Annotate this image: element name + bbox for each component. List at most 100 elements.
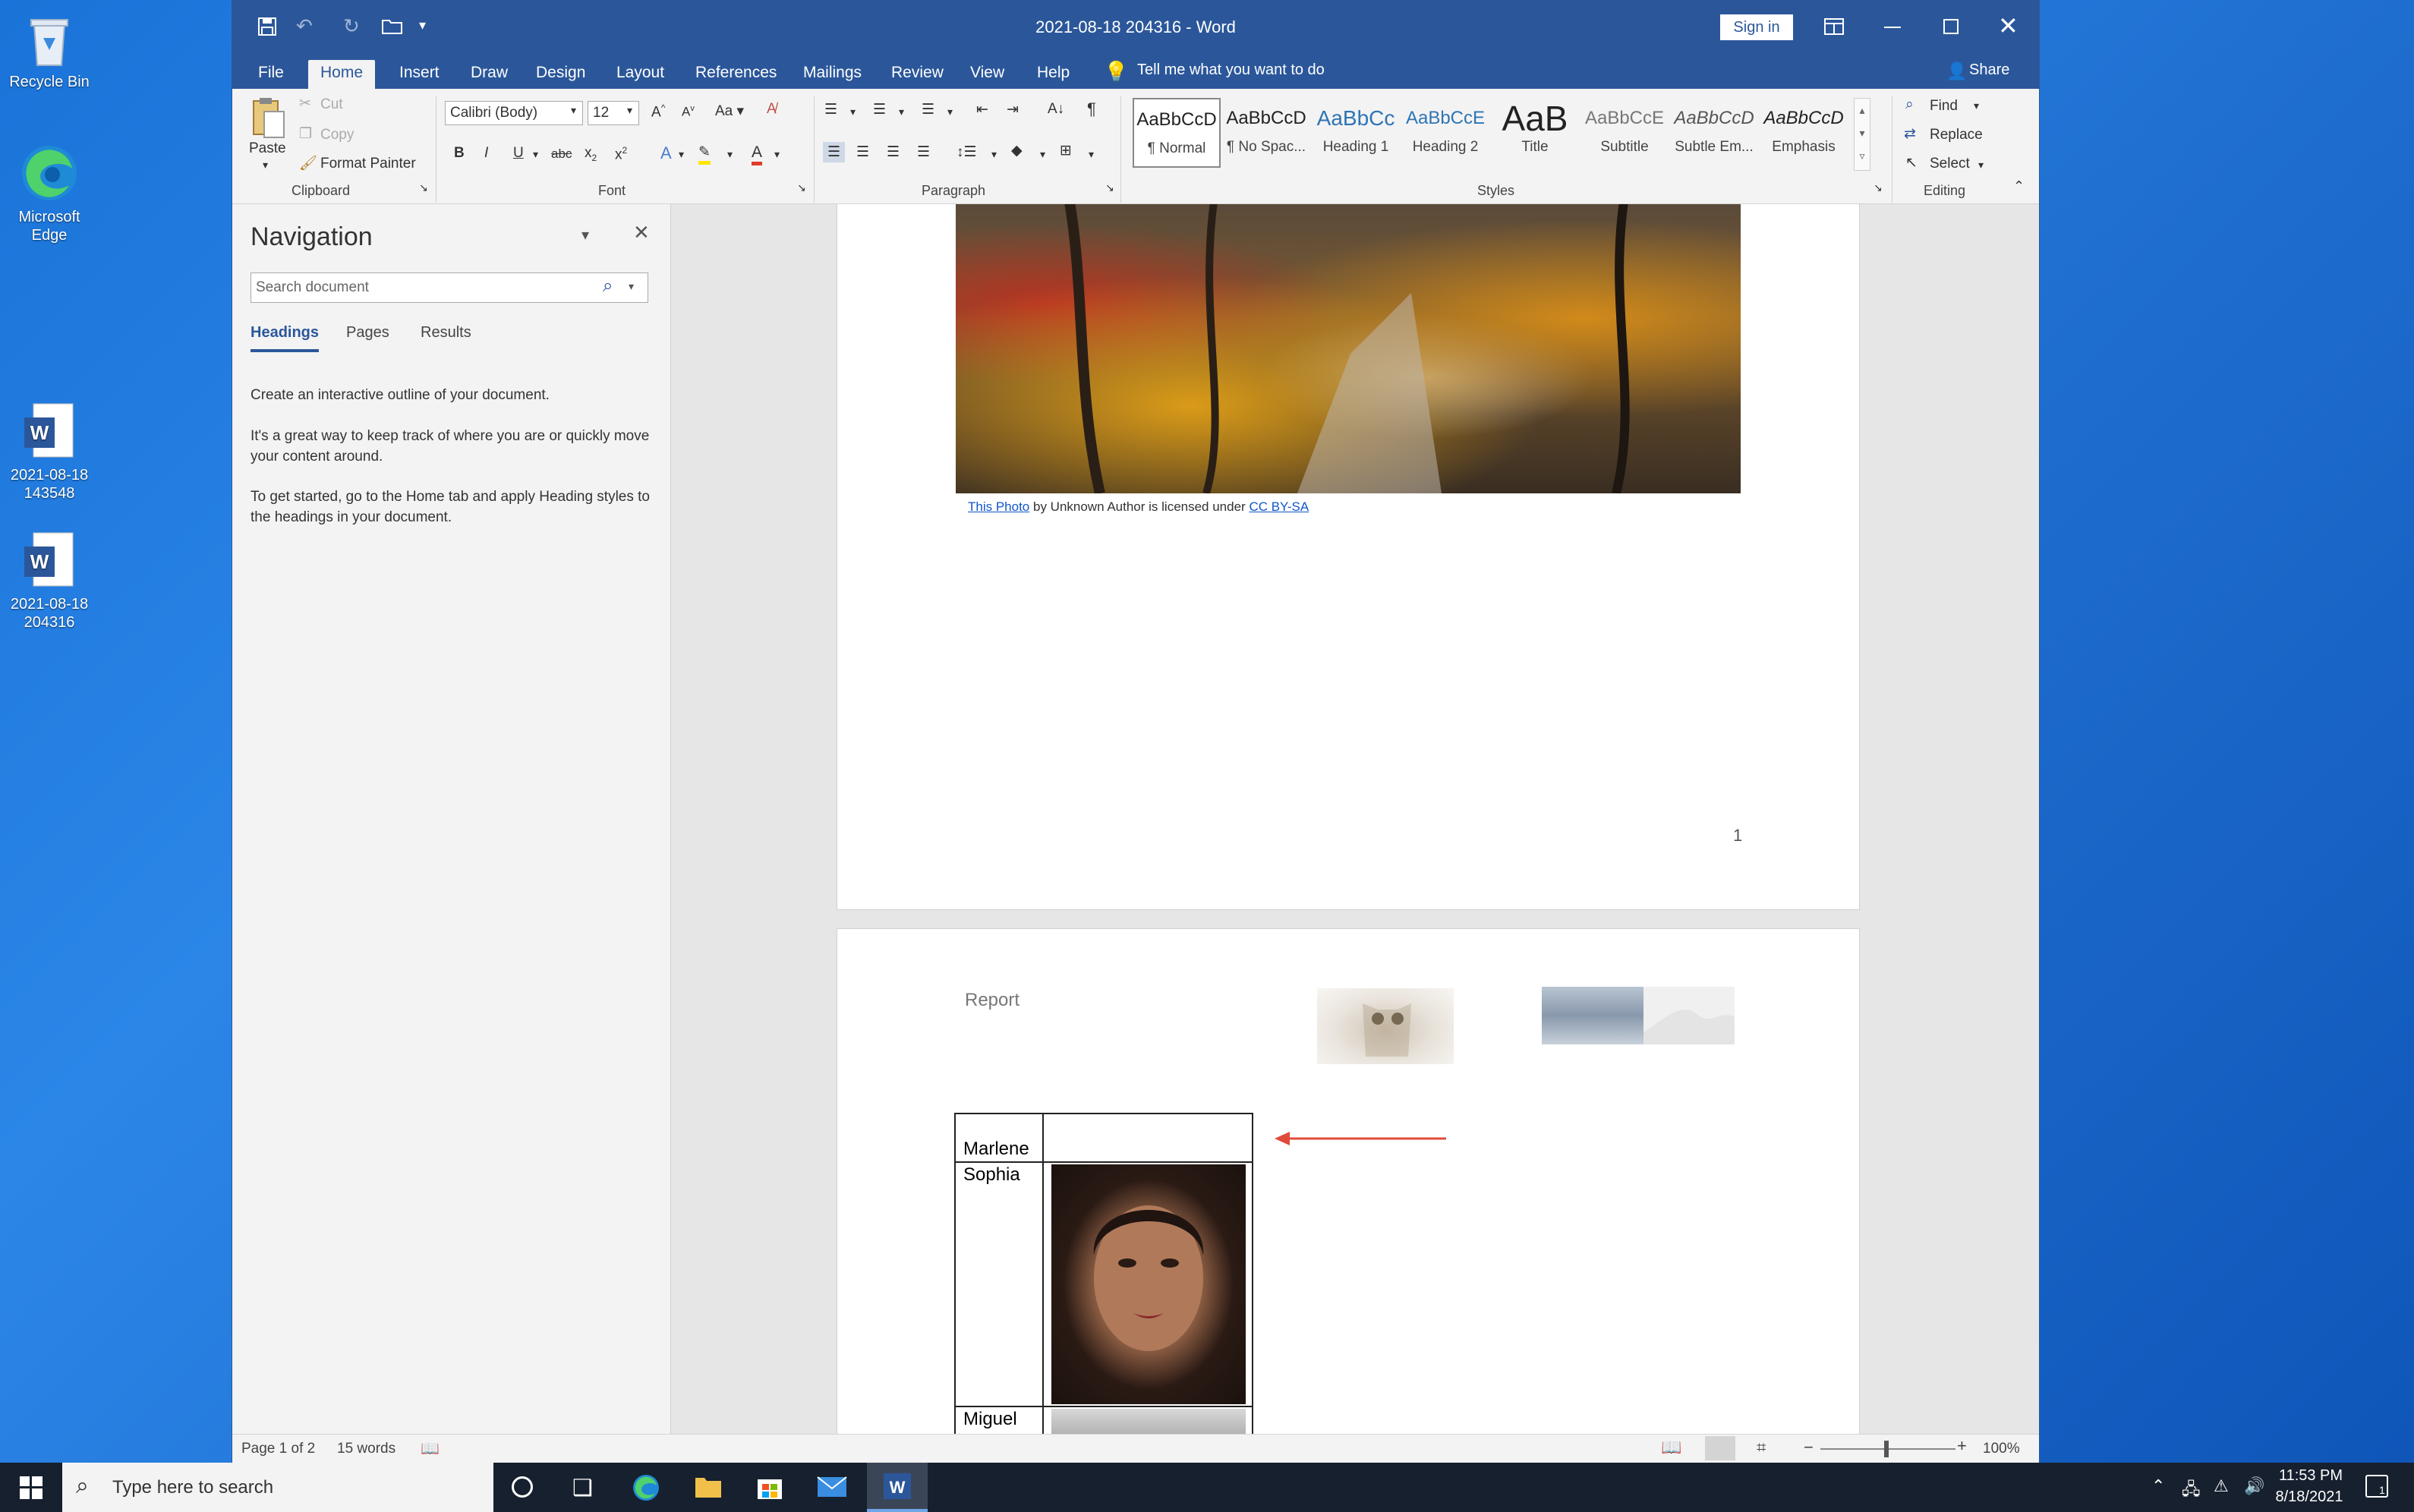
tab-draw[interactable]: Draw (459, 60, 520, 89)
read-mode-icon[interactable]: 📖 (1661, 1438, 1681, 1457)
underline-icon[interactable]: U (513, 145, 524, 162)
document-area[interactable]: This Photo by Unknown Author is licensed… (672, 204, 2039, 1434)
placeholder-image[interactable] (1643, 987, 1735, 1044)
clock-time[interactable]: 11:53 PM (2274, 1467, 2347, 1485)
tab-mailings[interactable]: Mailings (791, 60, 874, 89)
underline-dropdown-icon[interactable]: ▾ (533, 148, 538, 161)
tab-file[interactable]: File (246, 60, 296, 89)
bullets-icon[interactable]: ☰ (824, 101, 837, 118)
tab-design[interactable]: Design (524, 60, 597, 89)
tab-pages[interactable]: Pages (346, 324, 389, 342)
highlight-icon[interactable]: ✎ (698, 143, 711, 165)
collapse-ribbon-icon[interactable]: ⌃ (2013, 178, 2025, 194)
style-title[interactable]: AaB Title (1491, 98, 1579, 168)
find-button[interactable]: Find (1930, 98, 1958, 115)
font-name-box[interactable]: Calibri (Body) (445, 101, 583, 125)
close-icon[interactable]: ✕ (1998, 11, 2018, 40)
paste-button[interactable]: Paste (249, 140, 286, 157)
superscript-icon[interactable]: x2 (615, 145, 627, 163)
style-heading-1[interactable]: AaBbCc Heading 1 (1312, 98, 1400, 168)
tab-layout[interactable]: Layout (604, 60, 676, 89)
font-color-icon[interactable]: A (752, 143, 763, 165)
file-explorer-icon[interactable] (694, 1475, 723, 1499)
clock-date[interactable]: 8/18/2021 (2270, 1488, 2349, 1506)
tab-review[interactable]: Review (879, 60, 956, 89)
sign-in-button[interactable]: Sign in (1720, 14, 1793, 40)
maximize-icon[interactable] (1943, 19, 1959, 34)
word-taskbar-icon[interactable]: W (867, 1463, 928, 1512)
align-left-icon[interactable]: ☰ (823, 142, 846, 162)
task-view-icon[interactable]: ❑ (572, 1475, 593, 1501)
clouds-image[interactable] (1542, 987, 1643, 1044)
font-size-dropdown-icon[interactable]: ▾ (627, 104, 632, 117)
show-hidden-icons-icon[interactable]: ⌃ (2151, 1476, 2165, 1496)
zoom-in-icon[interactable]: + (1957, 1436, 1967, 1456)
subscript-icon[interactable]: x2 (585, 145, 597, 163)
store-icon[interactable] (756, 1473, 783, 1501)
search-dropdown-icon[interactable]: ▾ (629, 280, 634, 293)
table-cell-name[interactable]: Sophia (963, 1164, 1020, 1186)
header-report-text[interactable]: Report (965, 990, 1019, 1011)
search-icon[interactable]: ⌕ (603, 276, 613, 297)
increase-indent-icon[interactable]: ⇥ (1007, 101, 1019, 118)
desktop-icon-doc-204316[interactable]: W 2021-08-18 204316 (0, 530, 99, 632)
justify-icon[interactable]: ☰ (917, 143, 930, 161)
text-effects-dropdown-icon[interactable]: ▾ (679, 148, 684, 161)
desktop-icon-recycle-bin[interactable]: Recycle Bin (0, 14, 99, 91)
portrait-photo-miguel[interactable] (1051, 1409, 1246, 1434)
tab-help[interactable]: Help (1025, 60, 1082, 89)
tab-home[interactable]: Home (308, 60, 376, 89)
ribbon-display-options-icon[interactable] (1823, 17, 1845, 36)
change-case-icon[interactable]: Aa ▾ (715, 102, 744, 120)
highlight-dropdown-icon[interactable]: ▾ (727, 148, 733, 161)
tab-results[interactable]: Results (421, 324, 471, 342)
grow-font-icon[interactable]: A^ (651, 102, 665, 121)
zoom-slider-thumb[interactable] (1884, 1441, 1889, 1457)
borders-icon[interactable]: ⊞ (1060, 142, 1072, 159)
numbering-icon[interactable]: ☰ (873, 101, 886, 118)
multilevel-dropdown-icon[interactable]: ▾ (947, 106, 953, 118)
bold-icon[interactable]: B (454, 145, 465, 162)
shrink-font-icon[interactable]: Av (682, 104, 695, 120)
photo-link[interactable]: This Photo (968, 499, 1029, 514)
owl-image[interactable] (1317, 988, 1454, 1064)
paste-dropdown-icon[interactable]: ▾ (263, 159, 268, 172)
show-formatting-icon[interactable]: ¶ (1087, 99, 1096, 119)
multilevel-list-icon[interactable]: ☰ (922, 101, 934, 118)
clipboard-launcher-icon[interactable]: ↘ (419, 181, 428, 194)
format-painter-button[interactable]: Format Painter (320, 156, 416, 172)
numbering-dropdown-icon[interactable]: ▾ (899, 106, 904, 118)
shading-icon[interactable]: ◆ (1011, 142, 1023, 159)
windows-start-icon[interactable] (20, 1476, 43, 1499)
desktop-icon-doc-143548[interactable]: W 2021-08-18 143548 (0, 401, 99, 502)
web-layout-icon[interactable]: ⌗ (1757, 1438, 1766, 1457)
zoom-level[interactable]: 100% (1983, 1441, 2020, 1457)
line-spacing-icon[interactable]: ↕☰ (956, 143, 977, 161)
tab-references[interactable]: References (683, 60, 789, 89)
decrease-indent-icon[interactable]: ⇤ (976, 101, 988, 118)
red-arrow[interactable] (1275, 1129, 1449, 1148)
edge-taskbar-icon[interactable] (632, 1473, 660, 1502)
text-effects-icon[interactable]: A (660, 143, 672, 163)
tell-me-box[interactable]: Tell me what you want to do (1137, 61, 1325, 79)
tab-view[interactable]: View (958, 60, 1016, 89)
share-button[interactable]: Share (1969, 61, 2009, 79)
font-launcher-icon[interactable]: ↘ (797, 181, 806, 194)
paragraph-launcher-icon[interactable]: ↘ (1105, 181, 1114, 194)
replace-button[interactable]: Replace (1930, 127, 1983, 143)
style-normal[interactable]: AaBbCcD ¶ Normal (1133, 98, 1221, 168)
page-count[interactable]: Page 1 of 2 (241, 1441, 315, 1457)
search-input[interactable]: Search document (251, 272, 648, 303)
select-dropdown-icon[interactable]: ▾ (1978, 159, 1984, 172)
style-subtle-emphasis[interactable]: AaBbCcD Subtle Em... (1670, 98, 1758, 168)
strikethrough-icon[interactable]: abc (551, 146, 572, 162)
minimize-icon[interactable] (1884, 27, 1901, 28)
portrait-photo-sophia[interactable] (1051, 1164, 1246, 1404)
line-spacing-dropdown-icon[interactable]: ▾ (991, 148, 997, 161)
paste-icon[interactable] (251, 96, 285, 142)
table-cell-name[interactable]: Miguel (963, 1409, 1017, 1430)
style-emphasis[interactable]: AaBbCcD Emphasis (1760, 98, 1848, 168)
style-heading-2[interactable]: AaBbCcE Heading 2 (1401, 98, 1489, 168)
volume-icon[interactable]: 🔊 (2244, 1476, 2264, 1496)
proofing-icon[interactable]: 📖 (421, 1439, 440, 1458)
